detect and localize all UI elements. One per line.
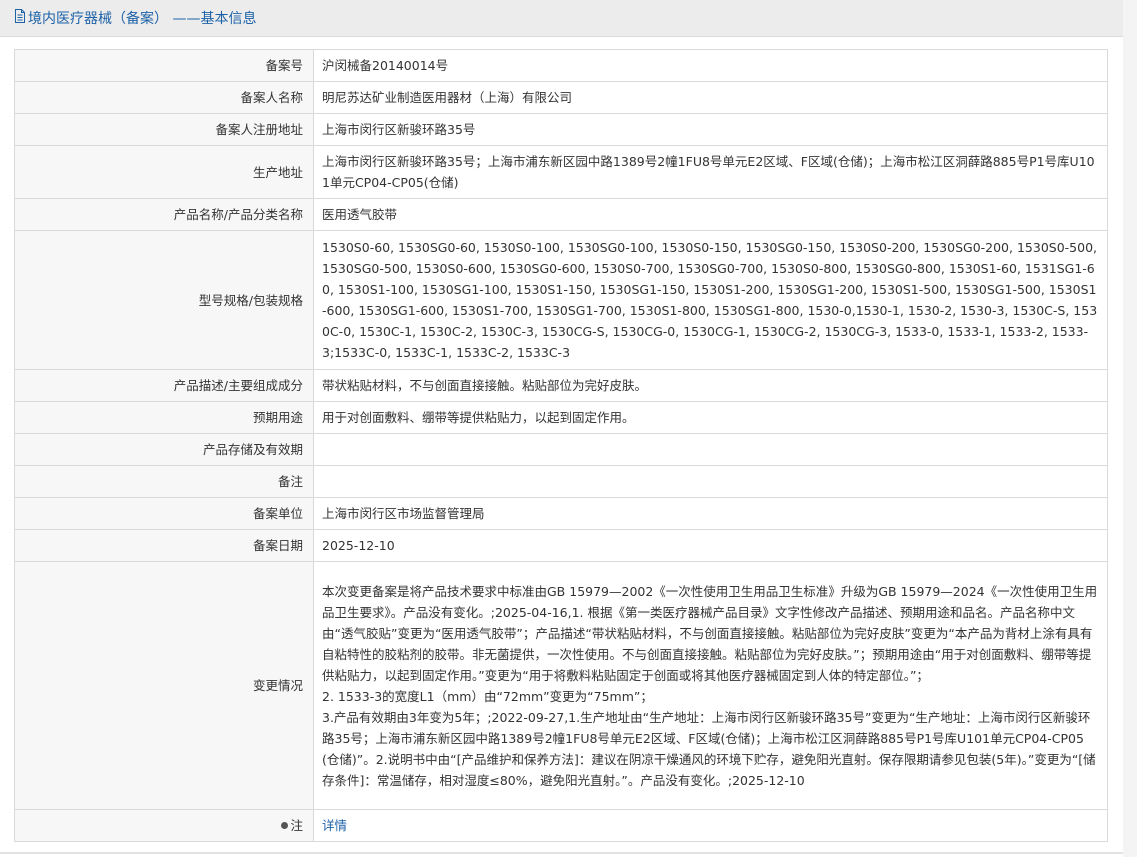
table-row: 产品存储及有效期 xyxy=(14,433,1108,466)
table-row: 产品描述/主要组成成分 带状粘贴材料，不与创面直接接触。粘贴部位为完好皮肤。 xyxy=(14,369,1108,402)
page-title-text: 境内医疗器械（备案） ——基本信息 xyxy=(28,11,257,27)
field-value xyxy=(313,465,1108,498)
field-label: 备案人注册地址 xyxy=(14,113,314,146)
record-info-table: 备案号 沪闵械备20140014号 备案人名称 明尼苏达矿业制造医用器材（上海）… xyxy=(14,49,1108,842)
scrollbar-track[interactable] xyxy=(1123,0,1137,857)
field-value: 用于对创面敷料、绷带等提供粘贴力，以起到固定作用。 xyxy=(313,401,1108,434)
field-label: 变更情况 xyxy=(14,561,314,810)
table-row: 备案号 沪闵械备20140014号 xyxy=(14,49,1108,82)
field-label: 型号规格/包装规格 xyxy=(14,230,314,370)
table-row: 注 详情 xyxy=(14,809,1108,842)
change-history-value: 本次变更备案是将产品技术要求中标准由GB 15979—2002《一次性使用卫生用… xyxy=(313,561,1108,810)
field-value: 明尼苏达矿业制造医用器材（上海）有限公司 xyxy=(313,81,1108,114)
field-label: 备案单位 xyxy=(14,497,314,530)
details-link[interactable]: 详情 xyxy=(322,818,347,833)
field-value xyxy=(313,433,1108,466)
field-label: 生产地址 xyxy=(14,145,314,199)
field-label: 注 xyxy=(290,818,303,833)
table-row: 预期用途 用于对创面敷料、绷带等提供粘贴力，以起到固定作用。 xyxy=(14,401,1108,434)
field-value: 带状粘贴材料，不与创面直接接触。粘贴部位为完好皮肤。 xyxy=(313,369,1108,402)
change-history-paragraph: 2. 1533-3的宽度L1（mm）由“72mm”变更为“75mm”； xyxy=(322,688,653,704)
table-row: 备案人注册地址 上海市闵行区新骏环路35号 xyxy=(14,113,1108,146)
page-title: 境内医疗器械（备案） ——基本信息 xyxy=(14,8,256,28)
table-row: 备案单位 上海市闵行区市场监督管理局 xyxy=(14,497,1108,530)
field-value: 上海市闵行区新骏环路35号 xyxy=(313,113,1108,146)
field-label: 预期用途 xyxy=(14,401,314,434)
change-history-paragraph: 本次变更备案是将产品技术要求中标准由GB 15979—2002《一次性使用卫生用… xyxy=(322,583,1098,683)
field-label: 产品存储及有效期 xyxy=(14,433,314,466)
page-header: 境内医疗器械（备案） ——基本信息 xyxy=(0,0,1123,37)
table-row: 变更情况 本次变更备案是将产品技术要求中标准由GB 15979—2002《一次性… xyxy=(14,561,1108,810)
field-value: 上海市闵行区新骏环路35号；上海市浦东新区园中路1389号2幢1FU8号单元E2… xyxy=(313,145,1108,199)
document-icon xyxy=(14,9,26,27)
field-value: 沪闵械备20140014号 xyxy=(313,49,1108,82)
table-row: 备案人名称 明尼苏达矿业制造医用器材（上海）有限公司 xyxy=(14,81,1108,114)
table-row: 产品名称/产品分类名称 医用透气胶带 xyxy=(14,198,1108,231)
pin-icon xyxy=(281,822,289,829)
field-value: 详情 xyxy=(313,809,1108,842)
table-row: 备案日期 2025-12-10 xyxy=(14,529,1108,562)
field-value: 医用透气胶带 xyxy=(313,198,1108,231)
field-value: 上海市闵行区市场监督管理局 xyxy=(313,497,1108,530)
field-label: 备注 xyxy=(14,465,314,498)
divider xyxy=(0,852,1123,854)
field-label: 备案日期 xyxy=(14,529,314,562)
field-value: 2025-12-10 xyxy=(313,529,1108,562)
note-label: 注 xyxy=(14,809,314,842)
table-row: 备注 xyxy=(14,465,1108,498)
change-history-paragraph: 3.产品有效期由3年变为5年；;2022-09-27,1.生产地址由“生产地址：… xyxy=(322,709,1096,788)
field-label: 产品描述/主要组成成分 xyxy=(14,369,314,402)
field-label: 备案人名称 xyxy=(14,81,314,114)
field-label: 备案号 xyxy=(14,49,314,82)
table-row: 生产地址 上海市闵行区新骏环路35号；上海市浦东新区园中路1389号2幢1FU8… xyxy=(14,145,1108,199)
table-row: 型号规格/包装规格 1530S0-60, 1530SG0-60, 1530S0-… xyxy=(14,230,1108,370)
field-label: 产品名称/产品分类名称 xyxy=(14,198,314,231)
field-value: 1530S0-60, 1530SG0-60, 1530S0-100, 1530S… xyxy=(313,230,1108,370)
